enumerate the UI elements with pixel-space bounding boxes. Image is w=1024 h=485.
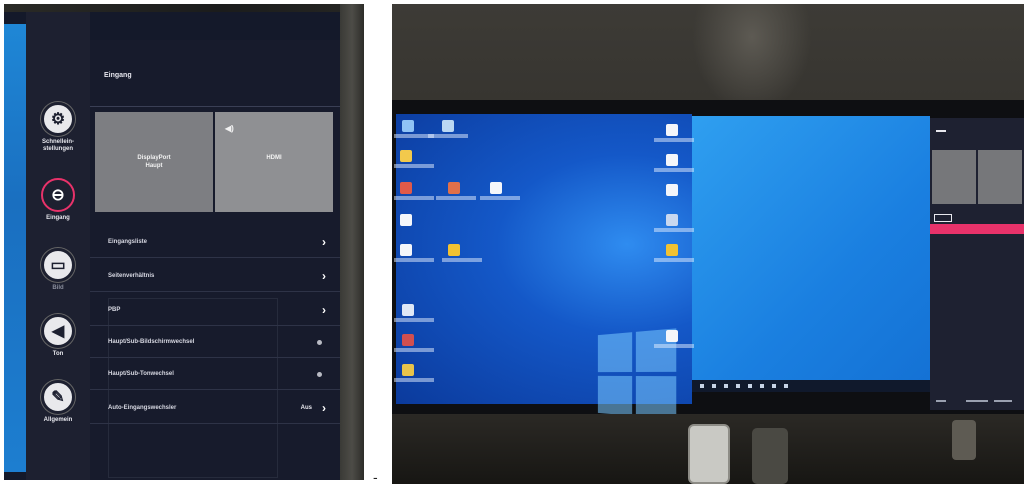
- divider: [90, 106, 340, 107]
- osd-menu-reflection: [930, 118, 1024, 410]
- menu-row-label: Eingangsliste: [108, 239, 148, 245]
- menu-row-input-list[interactable]: Eingangsliste ›: [90, 228, 340, 258]
- disabled-dot-icon: [317, 340, 322, 345]
- input-selector: DisplayPort Haupt ◀) HDMI: [95, 112, 333, 212]
- chevron-right-icon: ›: [322, 401, 326, 415]
- osd-panel: Eingang DisplayPort Haupt ◀) HDMI Eingan…: [90, 40, 340, 480]
- desktop-icon[interactable]: [400, 244, 412, 256]
- sidebar-item-input[interactable]: ⊖ Eingang: [26, 178, 90, 222]
- sidebar-item-label: Schnellein- stellungen: [41, 139, 74, 152]
- desktop-icon[interactable]: [442, 120, 454, 132]
- desktop-displayport-half: [396, 114, 692, 420]
- desktop-icon[interactable]: [490, 182, 502, 194]
- osd-sidebar: ⚙ Schnellein- stellungen ⊖ Eingang ▭ Bil…: [26, 12, 90, 480]
- monitor-bezel: [340, 4, 364, 480]
- gear-icon: ⚙: [41, 102, 75, 136]
- separator: -: [373, 469, 378, 485]
- sidebar-item-label: Ton: [52, 351, 64, 357]
- smartphone: [752, 428, 788, 484]
- desktop-icon[interactable]: [666, 184, 678, 196]
- desktop-hdmi-half: [692, 116, 930, 392]
- menu-row-main-sub-screen-swap[interactable]: Haupt/Sub-Bildschirmwechsel: [90, 328, 340, 358]
- menu-row-value: Aus: [300, 405, 312, 411]
- desktop-icon[interactable]: [448, 182, 460, 194]
- desktop-icon[interactable]: [666, 154, 678, 166]
- input-tile-hdmi[interactable]: ◀) HDMI: [215, 112, 333, 212]
- input-icon: ⊖: [41, 178, 75, 212]
- osd-title: Eingang: [104, 72, 132, 79]
- photo-collage: ⚙ Schnellein- stellungen ⊖ Eingang ▭ Bil…: [0, 0, 1024, 485]
- menu-row-auto-input-switch[interactable]: Auto-Eingangswechsler Aus ›: [90, 394, 340, 424]
- desktop-icon[interactable]: [666, 214, 678, 226]
- menu-row-label: Haupt/Sub-Bildschirmwechsel: [108, 339, 195, 345]
- desktop-icon[interactable]: [402, 334, 414, 346]
- input-tile-label: HDMI: [266, 155, 282, 161]
- sidebar-item-picture[interactable]: ▭ Bild: [26, 248, 90, 292]
- smartphone: [688, 424, 730, 484]
- menu-row-aspect-ratio[interactable]: Seitenverhältnis ›: [90, 262, 340, 292]
- desktop-icon[interactable]: [448, 244, 460, 256]
- speaker-icon: ◀): [225, 124, 234, 133]
- desktop-icon[interactable]: [400, 182, 412, 194]
- picture-icon: ▭: [41, 248, 75, 282]
- sidebar-item-label: Eingang: [46, 215, 70, 221]
- osd-mini-title: [936, 130, 946, 132]
- menu-row-label: PBP: [108, 307, 121, 313]
- osd-mini-selected-row: [930, 224, 1024, 234]
- menu-row-label: Seitenverhältnis: [108, 273, 155, 279]
- desktop-icon[interactable]: [402, 304, 414, 316]
- input-tile-label: DisplayPort Haupt: [137, 155, 171, 169]
- desk-object: [952, 420, 976, 460]
- sidebar-item-label: Allgemein: [43, 417, 73, 423]
- menu-row-main-sub-sound-swap[interactable]: Haupt/Sub-Tonwechsel: [90, 360, 340, 390]
- desktop-icon[interactable]: [666, 330, 678, 342]
- chevron-right-icon: ›: [322, 235, 326, 249]
- windows-taskbar: [692, 380, 930, 392]
- osd-mini-input-tile: [932, 150, 976, 204]
- menu-row-pbp[interactable]: PBP ›: [90, 296, 340, 326]
- sidebar-item-general[interactable]: ✎ Allgemein: [26, 380, 90, 424]
- wall-background: [692, 4, 812, 114]
- desktop-icon[interactable]: [666, 124, 678, 136]
- osd-mini-indicator: [934, 214, 952, 222]
- chevron-right-icon: ›: [322, 269, 326, 283]
- menu-row-label: Auto-Eingangswechsler: [108, 405, 177, 411]
- input-tile-displayport[interactable]: DisplayPort Haupt: [95, 112, 213, 212]
- general-icon: ✎: [41, 380, 75, 414]
- sidebar-item-quick-settings[interactable]: ⚙ Schnellein- stellungen: [26, 102, 90, 153]
- curved-monitor-photo: [392, 4, 1024, 484]
- desktop-icon[interactable]: [400, 150, 412, 162]
- sidebar-item-sound[interactable]: ◀ Ton: [26, 314, 90, 358]
- sidebar-item-label: Bild: [52, 285, 64, 291]
- disabled-dot-icon: [317, 372, 322, 377]
- desktop-edge: [4, 24, 26, 472]
- speaker-icon: ◀: [41, 314, 75, 348]
- desktop-icon[interactable]: [400, 214, 412, 226]
- windows-logo-icon: [597, 328, 677, 420]
- desktop-icon[interactable]: [402, 364, 414, 376]
- osd-mini-input-tile: [978, 150, 1022, 204]
- chevron-right-icon: ›: [322, 303, 326, 317]
- menu-row-label: Haupt/Sub-Tonwechsel: [108, 371, 174, 377]
- monitor-osd-photo: ⚙ Schnellein- stellungen ⊖ Eingang ▭ Bil…: [4, 4, 364, 480]
- desktop-icon[interactable]: [402, 120, 414, 132]
- desktop-icon[interactable]: [666, 244, 678, 256]
